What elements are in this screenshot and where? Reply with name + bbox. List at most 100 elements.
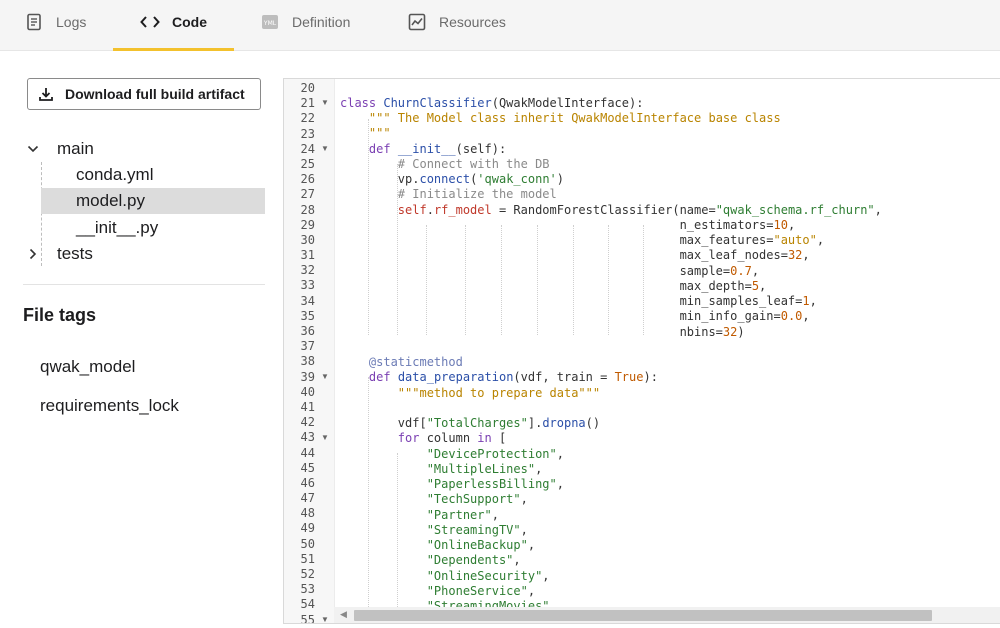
- tree-file-label: __init__.py: [76, 218, 159, 237]
- code-line: "PhoneService",: [426, 584, 536, 598]
- fold-toggle-icon[interactable]: ▼: [321, 372, 329, 381]
- file-tags-title: File tags: [23, 305, 97, 325]
- line-number: 42: [300, 415, 315, 430]
- chevron-right-icon: [23, 248, 43, 260]
- svg-text:YML: YML: [263, 20, 277, 27]
- tab-code-label: Code: [172, 13, 207, 30]
- scrollbar-thumb[interactable]: [354, 610, 932, 621]
- line-number: 24: [300, 141, 315, 156]
- code-line: # Connect with the DB: [397, 157, 550, 171]
- fold-toggle-icon[interactable]: ▼: [321, 433, 329, 442]
- line-number: 25: [300, 156, 315, 171]
- line-number: 53: [300, 582, 315, 597]
- line-number: 34: [300, 293, 315, 308]
- download-artifact-label: Download full build artifact: [65, 86, 245, 102]
- code-line: # Initialize the model: [397, 187, 557, 201]
- line-number: 31: [300, 248, 315, 263]
- horizontal-scrollbar[interactable]: ◀: [334, 607, 1000, 623]
- code-line: """ The Model class inherit QwakModelInt…: [368, 111, 781, 125]
- code-line: """method to prepare data""": [397, 386, 601, 400]
- code-line: sample=0.7,: [679, 264, 760, 278]
- code-line: max_features="auto",: [679, 233, 825, 247]
- code-line: nbins=32): [679, 325, 745, 339]
- code-line: "Dependents",: [426, 553, 521, 567]
- line-number: 21: [300, 96, 315, 111]
- chart-icon: [407, 12, 427, 32]
- line-number: 36: [300, 324, 315, 338]
- file-text-icon: [24, 12, 44, 32]
- download-artifact-button[interactable]: Download full build artifact: [27, 78, 261, 110]
- line-number: 41: [300, 399, 315, 414]
- line-number: 23: [300, 126, 315, 141]
- code-line: class ChurnClassifier(QwakModelInterface…: [340, 96, 644, 110]
- code-line: "TechSupport",: [426, 492, 528, 506]
- tab-logs-label: Logs: [56, 13, 87, 30]
- line-number: 33: [300, 278, 315, 293]
- tree-file-conda-yml[interactable]: conda.yml: [41, 162, 265, 188]
- line-number: 44: [300, 445, 315, 460]
- line-number: 52: [300, 567, 315, 581]
- line-number: 32: [300, 263, 315, 278]
- code-content[interactable]: class ChurnClassifier(QwakModelInterface…: [334, 79, 1000, 623]
- line-number: 27: [300, 187, 315, 202]
- tree-folder-main[interactable]: main: [23, 136, 94, 162]
- tree-folder-tests[interactable]: tests: [23, 241, 93, 267]
- code-line: vdf["TotalCharges"].dropna(): [397, 416, 601, 430]
- file-tag-item[interactable]: requirements_lock: [40, 396, 179, 416]
- code-line: "Partner",: [426, 508, 499, 522]
- code-line: @staticmethod: [368, 355, 463, 369]
- code-line: for column in [: [397, 431, 507, 445]
- line-number: 55: [300, 612, 315, 624]
- line-number: 45: [300, 460, 315, 475]
- tab-code[interactable]: Code: [113, 0, 234, 51]
- chevron-down-icon: [23, 145, 43, 153]
- code-line: self.rf_model = RandomForestClassifier(n…: [397, 203, 882, 217]
- line-number: 51: [300, 551, 315, 566]
- line-number: 47: [300, 491, 315, 506]
- line-number: 30: [300, 232, 315, 247]
- fold-toggle-icon[interactable]: ▼: [321, 98, 329, 107]
- tree-folder-label: main: [57, 139, 94, 158]
- tree-file-label: conda.yml: [76, 165, 154, 184]
- tree-file-model-py[interactable]: model.py: [41, 188, 265, 214]
- code-line: def data_preparation(vdf, train = True):: [368, 370, 658, 384]
- code-editor[interactable]: 20 21 22 23 24 25 26 27 28 29 30 31 32 33 34 35 36 37 38 39…: [283, 78, 1000, 624]
- line-number: 26: [300, 172, 315, 187]
- line-number: 50: [300, 536, 315, 551]
- file-tag-item[interactable]: qwak_model: [40, 357, 135, 377]
- code-line: "OnlineSecurity",: [426, 569, 550, 583]
- code-line: max_leaf_nodes=32,: [679, 248, 810, 262]
- code-line: min_info_gain=0.0,: [679, 309, 810, 323]
- code-line: "MultipleLines",: [426, 462, 543, 476]
- code-line: "OnlineBackup",: [426, 538, 536, 552]
- line-number: 38: [300, 354, 315, 369]
- line-number: 29: [300, 217, 315, 232]
- line-number: 40: [300, 384, 315, 399]
- divider: [23, 284, 265, 285]
- line-number: 54: [300, 597, 315, 612]
- line-number: 28: [300, 202, 315, 217]
- download-icon: [38, 86, 54, 102]
- fold-toggle-icon[interactable]: ▼: [321, 144, 329, 153]
- code-line: vp.connect('qwak_conn'): [397, 172, 565, 186]
- yml-file-icon: YML: [260, 12, 280, 32]
- tree-folder-label: tests: [57, 244, 93, 263]
- code-line: def __init__(self):: [368, 142, 507, 156]
- tree-file-init-py[interactable]: __init__.py: [41, 215, 265, 241]
- line-number-gutter: 20 21 22 23 24 25 26 27 28 29 30 31 32 33 34 35 36 37 38 39…: [284, 79, 334, 623]
- tab-logs[interactable]: Logs: [24, 0, 86, 51]
- tab-bar: Logs Code YML Definition Resources: [0, 0, 1000, 51]
- code-line: """: [368, 126, 391, 140]
- line-number: 39: [300, 369, 315, 384]
- fold-toggle-icon[interactable]: ▼: [321, 615, 329, 623]
- tab-resources[interactable]: Resources: [407, 0, 506, 51]
- code-line: n_estimators=10,: [679, 218, 796, 232]
- line-number: 37: [300, 339, 315, 354]
- line-number: 49: [300, 521, 315, 536]
- code-line: min_samples_leaf=1,: [679, 294, 817, 308]
- tab-definition-label: Definition: [292, 13, 351, 30]
- tab-definition[interactable]: YML Definition: [260, 0, 350, 51]
- line-number: 20: [300, 81, 315, 95]
- scroll-left-icon[interactable]: ◀: [340, 609, 347, 620]
- line-number: 22: [300, 111, 315, 126]
